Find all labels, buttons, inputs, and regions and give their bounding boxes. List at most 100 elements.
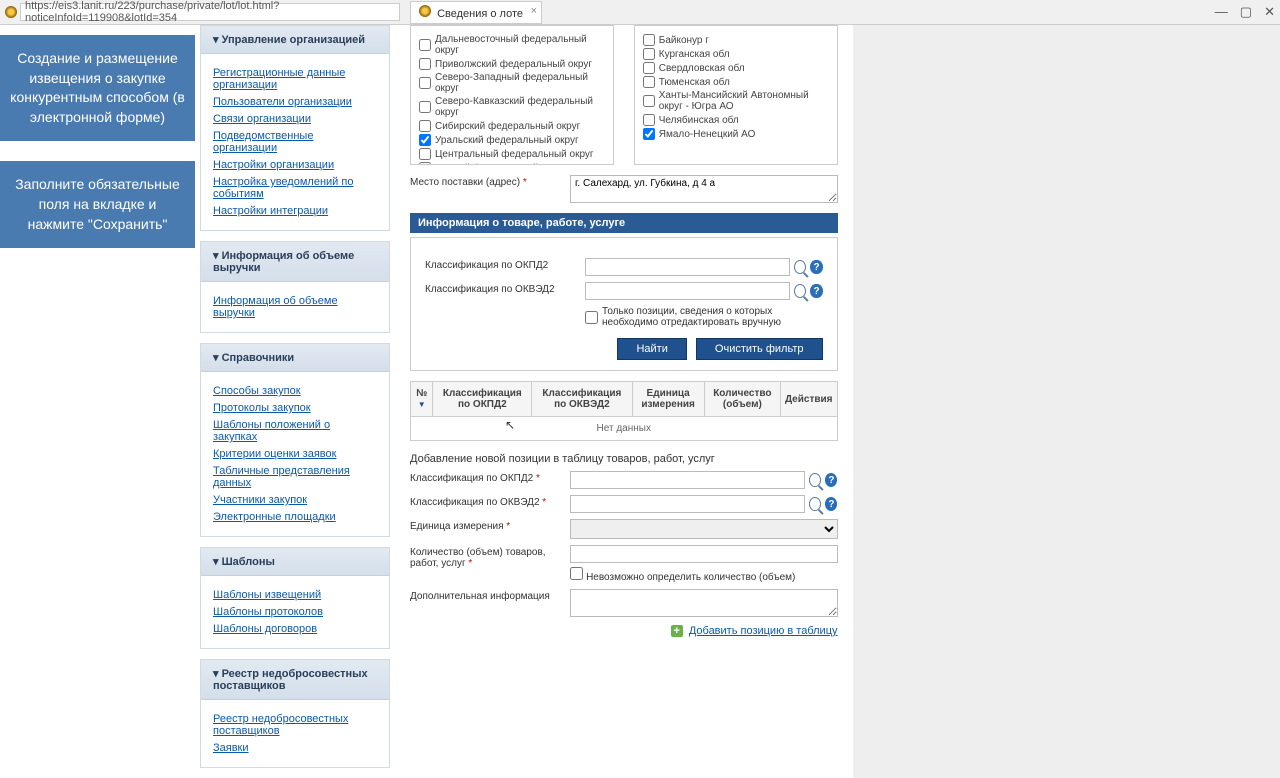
region-label: Дальневосточный федеральный округ — [435, 34, 605, 56]
favicon-icon — [5, 6, 17, 18]
region-item[interactable]: Ханты-Мансийский Автономный округ - Югра… — [643, 90, 829, 112]
maximize-icon[interactable]: ▢ — [1240, 4, 1252, 20]
region-checkbox[interactable] — [419, 134, 431, 146]
help-icon[interactable]: ? — [825, 473, 837, 487]
region-item[interactable]: Челябинская обл — [643, 114, 829, 126]
region-checkbox[interactable] — [643, 95, 655, 107]
th-qty[interactable]: Количество (объем) — [704, 382, 780, 417]
sidebar-link[interactable]: Способы закупок — [213, 385, 377, 397]
region-list-right[interactable]: Байконур г Курганская обл Свердловская обл… — [634, 25, 838, 165]
region-checkbox[interactable] — [643, 76, 655, 88]
sidebar-link[interactable]: Критерии оценки заявок — [213, 448, 377, 460]
search-icon[interactable] — [809, 497, 821, 511]
close-icon[interactable]: × — [531, 5, 537, 17]
clear-filter-button[interactable]: Очистить фильтр — [696, 338, 823, 360]
add-okpd2-input[interactable] — [570, 471, 805, 489]
th-okved2[interactable]: Классификация по ОКВЭД2 — [532, 382, 632, 417]
sidebar-link[interactable]: Реестр недобросовестных поставщиков — [213, 713, 377, 737]
help-icon[interactable]: ? — [810, 260, 822, 274]
region-checkbox[interactable] — [419, 39, 431, 51]
search-icon[interactable] — [794, 284, 806, 298]
region-item[interactable]: Северо-Кавказский федеральный округ — [419, 96, 605, 118]
region-label: Приволжский федеральный округ — [435, 59, 592, 70]
add-qty-input[interactable] — [570, 545, 838, 563]
sidebar-link[interactable]: Связи организации — [213, 113, 377, 125]
sidebar-link[interactable]: Настройки организации — [213, 159, 377, 171]
region-item[interactable]: Сибирский федеральный округ — [419, 120, 605, 132]
region-item[interactable]: Дальневосточный федеральный округ — [419, 34, 605, 56]
help-icon[interactable]: ? — [810, 284, 822, 298]
filter-okpd2-input[interactable] — [585, 258, 790, 276]
region-checkbox[interactable] — [419, 77, 431, 89]
sidebar-head-ref[interactable]: ▾ Справочники — [201, 344, 389, 372]
only-positions-checkbox[interactable] — [585, 311, 598, 324]
minimize-icon[interactable]: — — [1215, 4, 1228, 20]
region-item[interactable]: Ямало-Ненецкий АО — [643, 128, 829, 140]
region-checkbox[interactable] — [643, 62, 655, 74]
empty-space — [853, 25, 1280, 778]
search-icon[interactable] — [809, 473, 821, 487]
region-label: Ямало-Ненецкий АО — [659, 129, 756, 140]
sidebar-link[interactable]: Пользователи организации — [213, 96, 377, 108]
sidebar-link[interactable]: Подведомственные организации — [213, 130, 377, 154]
region-item[interactable]: Байконур г — [643, 34, 829, 46]
region-checkbox[interactable] — [419, 162, 431, 165]
region-item[interactable]: Уральский федеральный округ — [419, 134, 605, 146]
qty-na-checkbox[interactable] — [570, 567, 583, 580]
add-okved2-input[interactable] — [570, 495, 805, 513]
region-label: Курганская обл — [659, 49, 730, 60]
sidebar-link[interactable]: Настройка уведомлений по событиям — [213, 176, 377, 200]
th-num[interactable]: № ▼ — [411, 382, 433, 417]
sidebar-link[interactable]: Шаблоны протоколов — [213, 606, 377, 618]
region-item[interactable]: Курганская обл — [643, 48, 829, 60]
region-checkbox[interactable] — [419, 120, 431, 132]
section-header-product: Информация о товаре, работе, услуге — [410, 213, 838, 233]
region-item[interactable]: Приволжский федеральный округ — [419, 58, 605, 70]
sidebar-link[interactable]: Шаблоны положений о закупках — [213, 419, 377, 443]
add-extra-input[interactable] — [570, 589, 838, 617]
sidebar-link[interactable]: Информация об объеме выручки — [213, 295, 377, 319]
region-checkbox[interactable] — [643, 128, 655, 140]
filter-okved2-input[interactable] — [585, 282, 790, 300]
region-item[interactable]: Свердловская обл — [643, 62, 829, 74]
sidebar-link[interactable]: Настройки интеграции — [213, 205, 377, 217]
sidebar-head-org[interactable]: ▾ Управление организацией — [201, 26, 389, 54]
region-checkbox[interactable] — [419, 148, 431, 160]
region-item[interactable]: Северо-Западный федеральный округ — [419, 72, 605, 94]
url-bar[interactable]: https://eis3.lanit.ru/223/purchase/priva… — [20, 3, 400, 21]
region-checkbox[interactable] — [419, 101, 431, 113]
sidebar-link[interactable]: Табличные представления данных — [213, 465, 377, 489]
region-label: Южный федеральный округ — [435, 163, 565, 166]
th-okpd2[interactable]: Классификация по ОКПД2 — [433, 382, 532, 417]
region-checkbox[interactable] — [643, 48, 655, 60]
sidebar-link[interactable]: Электронные площадки — [213, 511, 377, 523]
region-checkbox[interactable] — [643, 114, 655, 126]
sidebar-link[interactable]: Шаблоны договоров — [213, 623, 377, 635]
region-label: Тюменская обл — [659, 77, 730, 88]
add-unit-select[interactable] — [570, 519, 838, 539]
search-icon[interactable] — [794, 260, 806, 274]
region-item[interactable]: Южный федеральный округ — [419, 162, 605, 165]
sidebar-head-unfair[interactable]: ▾ Реестр недобросовестных поставщиков — [201, 660, 389, 700]
sidebar-link[interactable]: Шаблоны извещений — [213, 589, 377, 601]
close-window-icon[interactable]: ✕ — [1264, 4, 1275, 20]
sidebar-link[interactable]: Заявки — [213, 742, 377, 754]
sidebar-head-revenue[interactable]: ▾ Информация об объеме выручки — [201, 242, 389, 282]
region-item[interactable]: Центральный федеральный округ — [419, 148, 605, 160]
region-item[interactable]: Тюменская обл — [643, 76, 829, 88]
region-label: Ханты-Мансийский Автономный округ - Югра… — [659, 90, 829, 112]
sidebar-link[interactable]: Протоколы закупок — [213, 402, 377, 414]
sidebar-head-templates[interactable]: ▾ Шаблоны — [201, 548, 389, 576]
add-position-link[interactable]: Добавить позицию в таблицу — [689, 625, 838, 637]
sidebar-link[interactable]: Участники закупок — [213, 494, 377, 506]
info-box-2: Заполните обязательные поля на вкладке и… — [0, 161, 195, 248]
region-checkbox[interactable] — [643, 34, 655, 46]
sidebar-link[interactable]: Регистрационные данные организации — [213, 67, 377, 91]
region-list-left[interactable]: Дальневосточный федеральный округ Приволж… — [410, 25, 614, 165]
browser-tab[interactable]: Сведения о лоте × — [410, 1, 542, 24]
help-icon[interactable]: ? — [825, 497, 837, 511]
delivery-address-input[interactable] — [570, 175, 838, 203]
th-unit[interactable]: Единица измерения — [632, 382, 704, 417]
region-checkbox[interactable] — [419, 58, 431, 70]
find-button[interactable]: Найти — [617, 338, 686, 360]
